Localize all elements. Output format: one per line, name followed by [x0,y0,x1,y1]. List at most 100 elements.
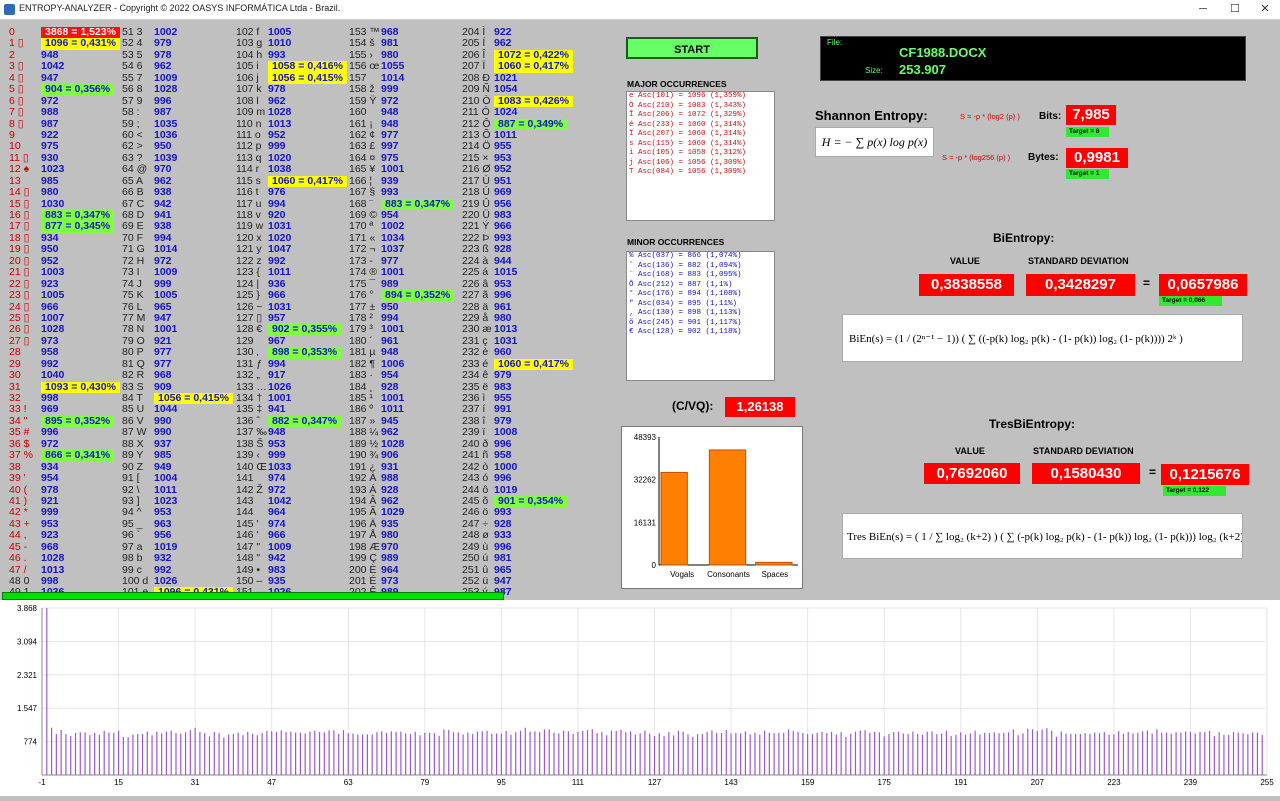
ascii-row-count: 956 [154,529,172,542]
minor-occurrence-item[interactable]: õ Asc(245) = 901 (1,117%) [627,319,774,329]
bientropy-value: 0,3838558 [919,274,1014,296]
major-occurrence-item[interactable]: Ò Asc(210) = 1083 (1,343%) [627,102,774,112]
byte-histogram-svg: -1 15 31 47 63 79 95 111 127 143 159 175 191 207 223 23… [17,604,1274,787]
ascii-row-label: 211 Ó [462,106,490,119]
ascii-row-count: 917 [268,369,286,382]
bientropy-std-label: STANDARD DEVIATION [1028,256,1129,266]
ascii-row-label: 114 r [236,163,260,176]
ascii-row-label: 248 ø [462,529,489,542]
x-tick-label: 63 [344,778,353,787]
ascii-row-count: 987 [154,106,172,119]
x-tick-label: 127 [648,778,662,787]
ascii-row-label: 139 ‹ [236,449,260,462]
minimize-button[interactable]: ─ [1188,2,1218,17]
size-label: Size: [865,66,883,75]
ascii-row-label: 23 ▯ [9,289,30,302]
major-occurrence-item[interactable]: Î Asc(206) = 1072 (1,329%) [627,111,774,121]
ascii-row-count: 1003 [41,266,65,279]
minor-occurrences-list[interactable]: % Asc(037) = 866 (1,074%) ˆ Asc(136) = 88… [626,251,775,381]
ascii-row-count: 1009 [154,266,178,279]
y-tick-label: 32262 [634,476,657,485]
ascii-row-count: 933 [494,529,512,542]
minor-occurrence-item[interactable]: Ô Asc(212) = 887 (1,1%) [627,281,774,291]
bientropy-formula: BiEn(s) = (1 / (2ⁿ⁻¹ − 1)) ( ∑ ((-p(k) l… [842,314,1243,362]
ascii-row-count: 993 [381,186,399,199]
major-occurrence-item[interactable]: s Asc(115) = 1060 (1,314%) [627,140,774,150]
ascii-row-count: 981 [494,552,512,565]
ascii-row-label: 46 . [9,552,27,565]
maximize-button[interactable]: ☐ [1220,2,1250,17]
bientropy-result: 0,0657986 [1159,274,1247,296]
major-occurrence-item[interactable]: i Asc(105) = 1058 (1,312%) [627,149,774,159]
ascii-row-label: 73 I [122,266,140,279]
ascii-row-label: 7 ▯ [9,106,24,119]
ascii-row-label: 197 Å [349,529,377,542]
major-occurrences-title: MAJOR OCCURRENCES [627,79,727,89]
character-class-chart: 48393 32262 16131 0 Vogals Consonants Spaces [621,426,803,589]
ascii-row-label: 66 B [122,186,144,199]
y-tick-label: 48393 [634,433,657,442]
major-occurrence-item[interactable]: j Asc(106) = 1056 (1,309%) [627,159,774,169]
file-label: File: [827,38,843,47]
ascii-row-label: 183 · [349,369,373,382]
x-tick-label: 79 [420,778,429,787]
ascii-row-count: 1028 [41,552,65,565]
major-occurrences-list[interactable]: e Asc(101) = 1096 (1,359%) Ò Asc(210) = 1… [626,91,775,221]
close-button[interactable]: ✕ [1250,2,1280,17]
ascii-row-count: 1038 [268,163,292,176]
ascii-row-count: 968 [154,369,172,382]
ascii-row-label: 64 @ [122,163,148,176]
bytes-formula: S = -p * (log256 (p) ) [942,153,1011,162]
minor-occurrence-item[interactable]: % Asc(037) = 866 (1,074%) [627,252,774,262]
major-occurrence-item[interactable]: é Asc(233) = 1060 (1,314%) [627,121,774,131]
ascii-row-count: 1023 [41,163,65,176]
minor-occurrence-item[interactable]: € Asc(128) = 902 (1,118%) [627,328,774,338]
x-tick-label: 255 [1260,778,1274,787]
x-tick-label: 239 [1184,778,1198,787]
ascii-row-count: 1001 [381,163,405,176]
ascii-row-label: 82 R [122,369,145,382]
ascii-row-label: 123 { [236,266,260,279]
ascii-row-label: 148 " [236,552,261,565]
bits-target: Target = 8 [1066,127,1109,137]
ascii-row-count: 894 = 0,352% [381,289,455,302]
ascii-row-count: 942 [268,552,286,565]
major-occurrence-item[interactable]: Ï Asc(207) = 1060 (1,314%) [627,130,774,140]
ascii-row-count: 989 [381,552,399,565]
minor-occurrence-item[interactable]: ‚ Asc(130) = 898 (1,113%) [627,309,774,319]
byte-histogram: -1 15 31 47 63 79 95 111 127 143 159 175 191 207 223 23… [0,600,1280,796]
x-tick-label: 207 [1031,778,1045,787]
ascii-row-label: 174 ® [349,266,378,279]
major-occurrence-item[interactable]: T Asc(084) = 1056 (1,309%) [627,168,774,178]
cvq-label: (C/VQ): [672,399,714,413]
ascii-row-count: 976 [268,186,286,199]
ascii-row-count: 1005 [41,289,65,302]
x-tick-label: 175 [878,778,892,787]
minor-occurrence-item[interactable]: ˆ Asc(136) = 882 (1,094%) [627,262,774,272]
ascii-row-label: 192 À [349,472,377,485]
ascii-row-count: 999 [381,83,399,96]
ascii-row-label: 132 „ [236,369,260,382]
ascii-row-label: 158 ž [349,83,375,96]
ascii-row-count: 898 = 0,353% [268,346,342,359]
minor-occurrence-item[interactable]: ¨ Asc(168) = 883 (1,095%) [627,271,774,281]
bytes-label: Bytes: [1028,152,1059,163]
shannon-formula: H = − ∑ p(x) log p(x) [815,127,934,157]
ascii-row-count: 1011 [268,266,291,279]
ascii-row-count: 958 [494,449,512,462]
file-name: CF1988.DOCX [899,45,987,60]
y-tick-label: 1.547 [17,704,38,713]
ascii-row-label: 75 K [122,289,144,302]
ascii-row-label: 125 } [236,289,260,302]
major-occurrence-item[interactable]: e Asc(101) = 1096 (1,359%) [627,92,774,102]
ascii-row-label: 167 § [349,186,376,199]
ascii-row-label: 241 ñ [462,449,489,462]
ascii-row-count: 904 = 0,356% [41,83,115,96]
ascii-row-label: 146 ' [236,529,259,542]
minor-occurrence-item[interactable]: ° Asc(176) = 894 (1,108%) [627,290,774,300]
minor-occurrence-item[interactable]: " Asc(034) = 895 (1,11%) [627,300,774,310]
ascii-row-count: 952 [494,163,512,176]
ascii-row-label: 98 b [122,552,143,565]
ascii-row-label: 181 µ [349,346,376,359]
start-button[interactable]: START [626,37,758,59]
